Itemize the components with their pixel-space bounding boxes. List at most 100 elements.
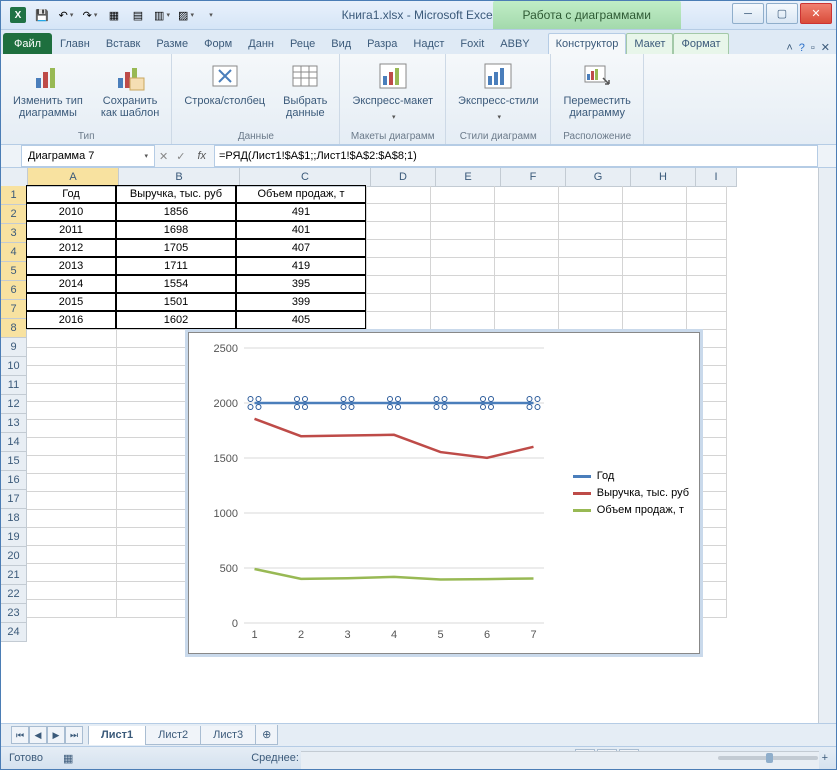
row-header-23[interactable]: 23: [1, 604, 27, 623]
cell-A20[interactable]: [27, 528, 117, 546]
save-icon[interactable]: 💾: [31, 4, 53, 26]
cell-G1[interactable]: [559, 186, 623, 204]
save-as-template[interactable]: Сохранитькак шаблон: [97, 58, 164, 121]
cell-E5[interactable]: [431, 258, 495, 276]
select-all-corner[interactable]: [1, 168, 28, 187]
cell-A14[interactable]: [27, 420, 117, 438]
embedded-chart[interactable]: 050010001500200025001234567 ГодВыручка, …: [188, 332, 700, 654]
qat-customize[interactable]: ▾: [199, 4, 221, 26]
cell-D8[interactable]: [367, 312, 431, 330]
cell-F2[interactable]: [495, 204, 559, 222]
cell-C5[interactable]: 419: [236, 257, 366, 275]
minimize-ribbon-icon[interactable]: ˄: [786, 42, 792, 54]
new-sheet-button[interactable]: ⊕: [255, 725, 278, 745]
row-header-14[interactable]: 14: [1, 433, 27, 452]
row-header-12[interactable]: 12: [1, 395, 27, 414]
cell-H7[interactable]: [623, 294, 687, 312]
cell-A13[interactable]: [27, 402, 117, 420]
cell-E1[interactable]: [431, 186, 495, 204]
cell-A19[interactable]: [27, 510, 117, 528]
cell-C7[interactable]: 399: [236, 293, 366, 311]
cell-F6[interactable]: [495, 276, 559, 294]
name-box[interactable]: Диаграмма 7▾: [21, 145, 155, 167]
cell-E6[interactable]: [431, 276, 495, 294]
cell-H1[interactable]: [623, 186, 687, 204]
cell-A18[interactable]: [27, 492, 117, 510]
cell-A6[interactable]: 2014: [26, 275, 116, 293]
cell-H4[interactable]: [623, 240, 687, 258]
cell-B1[interactable]: Выручка, тыс. руб: [116, 185, 236, 203]
cell-G2[interactable]: [559, 204, 623, 222]
column-header-F[interactable]: F: [501, 168, 566, 187]
select-data[interactable]: Выбратьданные: [279, 58, 331, 121]
close-button[interactable]: ✕: [800, 3, 832, 24]
row-header-11[interactable]: 11: [1, 376, 27, 395]
cell-A12[interactable]: [27, 384, 117, 402]
tab-форм[interactable]: Форм: [196, 33, 240, 54]
tab-вид[interactable]: Вид: [323, 33, 359, 54]
cell-F3[interactable]: [495, 222, 559, 240]
excel-icon[interactable]: X: [7, 4, 29, 26]
cell-E7[interactable]: [431, 294, 495, 312]
sheet-nav-last[interactable]: ⏭: [65, 726, 83, 744]
change-chart-type[interactable]: Изменить типдиаграммы: [9, 58, 87, 121]
cell-C8[interactable]: 405: [236, 311, 366, 329]
cell-A5[interactable]: 2013: [26, 257, 116, 275]
row-header-10[interactable]: 10: [1, 357, 27, 376]
fx-icon[interactable]: fx: [189, 150, 214, 162]
row-header-9[interactable]: 9: [1, 338, 27, 357]
cell-G5[interactable]: [559, 258, 623, 276]
quick-styles[interactable]: Экспресс-стили▾: [454, 58, 542, 124]
cell-C6[interactable]: 395: [236, 275, 366, 293]
row-header-18[interactable]: 18: [1, 509, 27, 528]
cell-I6[interactable]: [687, 276, 727, 294]
tab-реце[interactable]: Реце: [282, 33, 323, 54]
row-header-2[interactable]: 2: [1, 205, 27, 224]
cell-B3[interactable]: 1698: [116, 221, 236, 239]
legend-item[interactable]: Объем продаж, т: [573, 504, 689, 516]
worksheet-grid[interactable]: ABCDEFGHI 123456789101112131415161718192…: [1, 168, 836, 723]
cell-I7[interactable]: [687, 294, 727, 312]
cell-A24[interactable]: [27, 600, 117, 618]
row-header-5[interactable]: 5: [1, 262, 27, 281]
cell-D5[interactable]: [367, 258, 431, 276]
cell-A23[interactable]: [27, 582, 117, 600]
cell-C1[interactable]: Объем продаж, т: [236, 185, 366, 203]
cell-E3[interactable]: [431, 222, 495, 240]
cell-A8[interactable]: 2016: [26, 311, 116, 329]
row-header-20[interactable]: 20: [1, 547, 27, 566]
cell-B6[interactable]: 1554: [116, 275, 236, 293]
cell-B4[interactable]: 1705: [116, 239, 236, 257]
vertical-scrollbar[interactable]: [818, 168, 836, 723]
tab-формат[interactable]: Формат: [673, 33, 728, 54]
row-header-24[interactable]: 24: [1, 623, 27, 642]
cell-A9[interactable]: [27, 330, 117, 348]
row-header-17[interactable]: 17: [1, 490, 27, 509]
row-header-7[interactable]: 7: [1, 300, 27, 319]
cell-B8[interactable]: 1602: [116, 311, 236, 329]
cell-F7[interactable]: [495, 294, 559, 312]
sheet-nav-next[interactable]: ▶: [47, 726, 65, 744]
maximize-button[interactable]: ▢: [766, 3, 798, 24]
cell-D2[interactable]: [367, 204, 431, 222]
tab-foxit[interactable]: Foxit: [452, 33, 492, 54]
cell-G3[interactable]: [559, 222, 623, 240]
column-header-G[interactable]: G: [566, 168, 631, 187]
redo-icon[interactable]: ↷▾: [79, 4, 101, 26]
cell-I3[interactable]: [687, 222, 727, 240]
cell-B7[interactable]: 1501: [116, 293, 236, 311]
cell-A16[interactable]: [27, 456, 117, 474]
qat-btn-2[interactable]: ▤: [127, 4, 149, 26]
cell-E4[interactable]: [431, 240, 495, 258]
cell-E2[interactable]: [431, 204, 495, 222]
cell-A3[interactable]: 2011: [26, 221, 116, 239]
help-icon[interactable]: ?: [799, 42, 805, 54]
row-header-1[interactable]: 1: [1, 186, 27, 205]
switch-row-col[interactable]: Строка/столбец: [180, 58, 269, 109]
cell-E8[interactable]: [431, 312, 495, 330]
cell-H6[interactable]: [623, 276, 687, 294]
cell-H2[interactable]: [623, 204, 687, 222]
tab-надст[interactable]: Надст: [405, 33, 452, 54]
row-header-3[interactable]: 3: [1, 224, 27, 243]
cell-C3[interactable]: 401: [236, 221, 366, 239]
